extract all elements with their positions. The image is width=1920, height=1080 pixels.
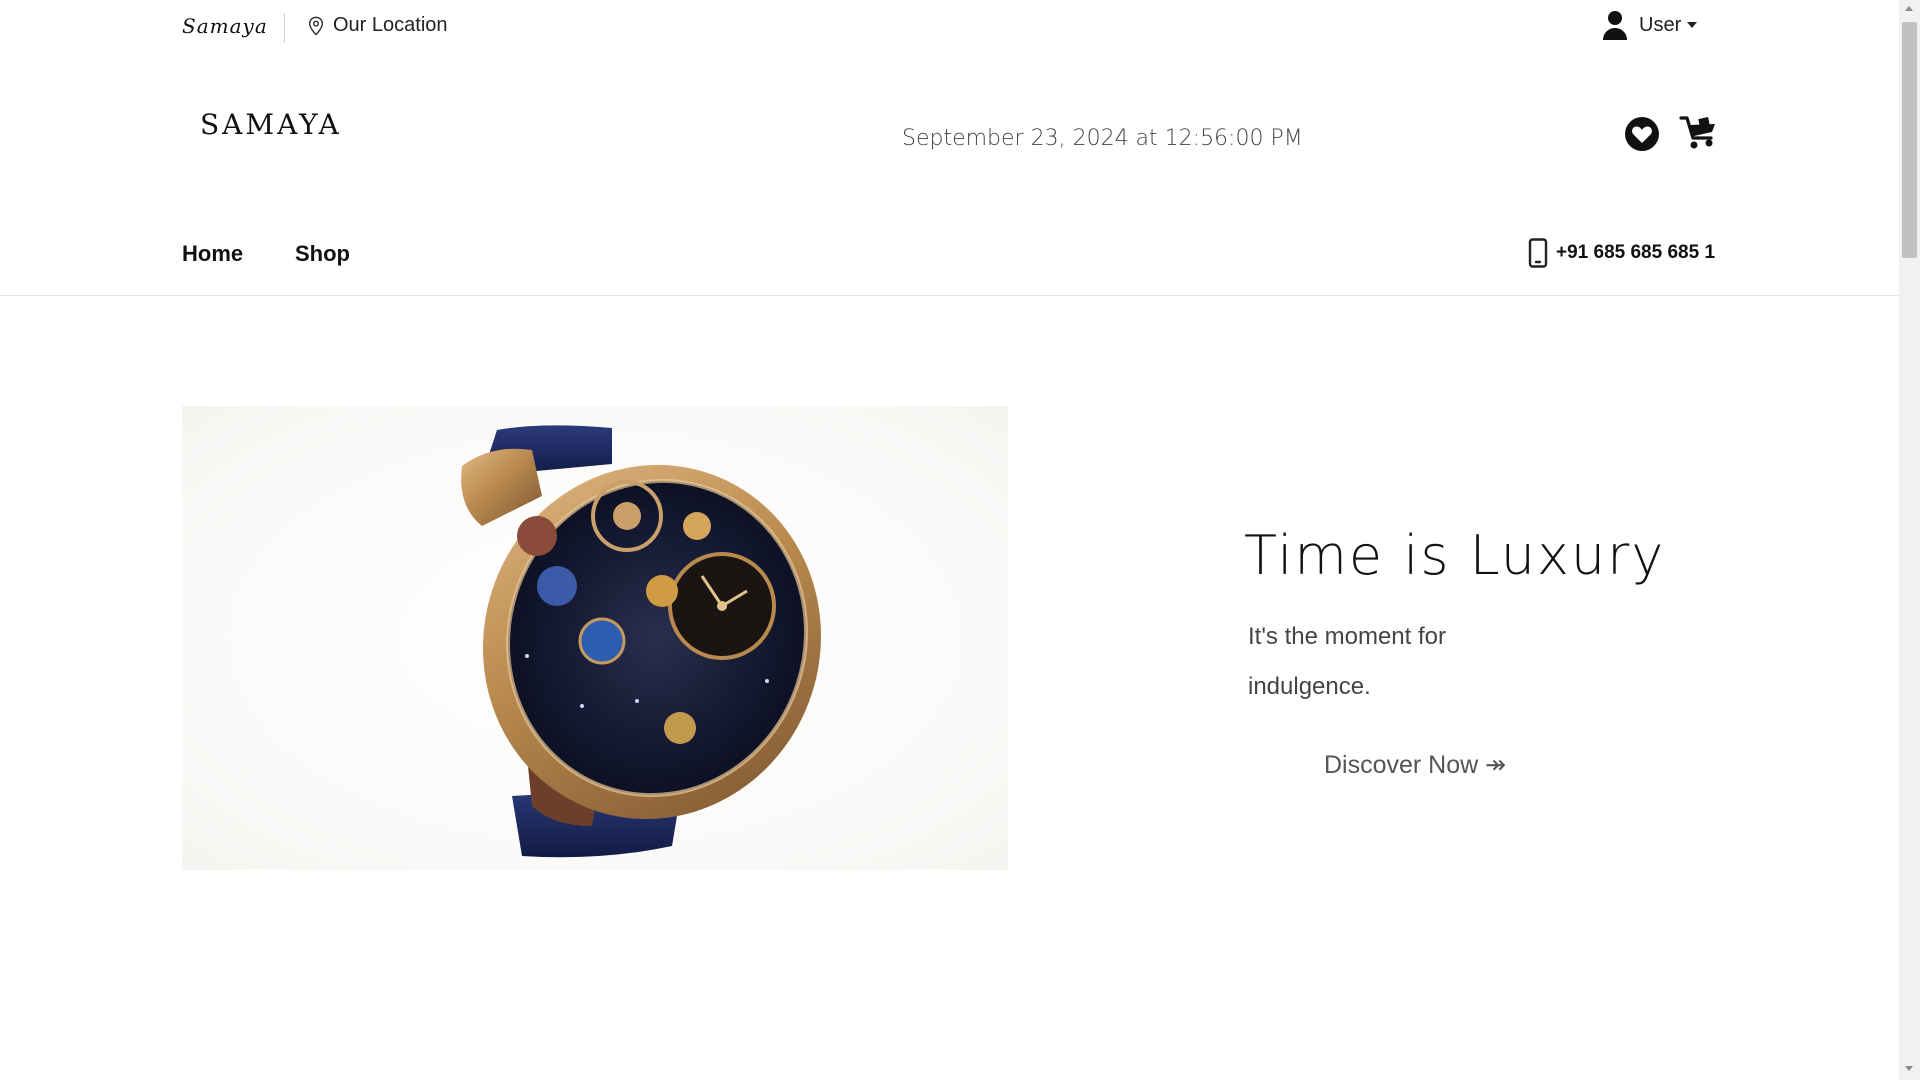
discover-now-link[interactable]: Discover Now ↠ [1324, 750, 1506, 780]
phone-number: +91 685 685 685 1 [1556, 242, 1716, 263]
phone-contact[interactable]: +91 685 685 685 1 [1528, 238, 1715, 268]
brand-script-logo[interactable]: Samaya [182, 14, 268, 38]
top-bar-divider [284, 13, 285, 43]
scroll-down-arrow-icon[interactable] [1905, 1066, 1913, 1071]
header: SAMAYA September 23, 2024 at 12:56:00 PM [0, 54, 1899, 224]
nav-shop-link[interactable]: Shop [295, 241, 350, 267]
page-scrollbar[interactable] [1899, 0, 1920, 1080]
location-label: Our Location [333, 14, 448, 36]
top-bar: Samaya Our Location User [0, 0, 1899, 54]
mobile-phone-icon [1528, 238, 1548, 268]
person-icon [1603, 11, 1627, 40]
site-logo[interactable]: SAMAYA [200, 108, 342, 141]
scroll-up-arrow-icon[interactable] [1905, 6, 1913, 11]
chevron-down-icon [1687, 22, 1698, 28]
our-location-link[interactable]: Our Location [307, 14, 448, 37]
cart-icon[interactable] [1679, 114, 1719, 152]
main-nav: Home Shop +91 685 685 685 1 [0, 224, 1899, 296]
luxury-watch-image [182, 406, 1008, 870]
user-menu[interactable]: User [1601, 10, 1698, 40]
scrollbar-thumb[interactable] [1902, 22, 1917, 258]
heart-icon[interactable] [1624, 116, 1660, 152]
current-datetime: September 23, 2024 at 12:56:00 PM [902, 126, 1303, 151]
hero-title: Time is Luxury [1244, 524, 1666, 587]
hero-subtitle: It's the moment for indulgence. [1248, 623, 1446, 700]
user-label: User [1639, 13, 1682, 36]
nav-home-link[interactable]: Home [182, 241, 243, 267]
watch-illustration [461, 425, 821, 858]
map-pin-icon [308, 16, 324, 36]
